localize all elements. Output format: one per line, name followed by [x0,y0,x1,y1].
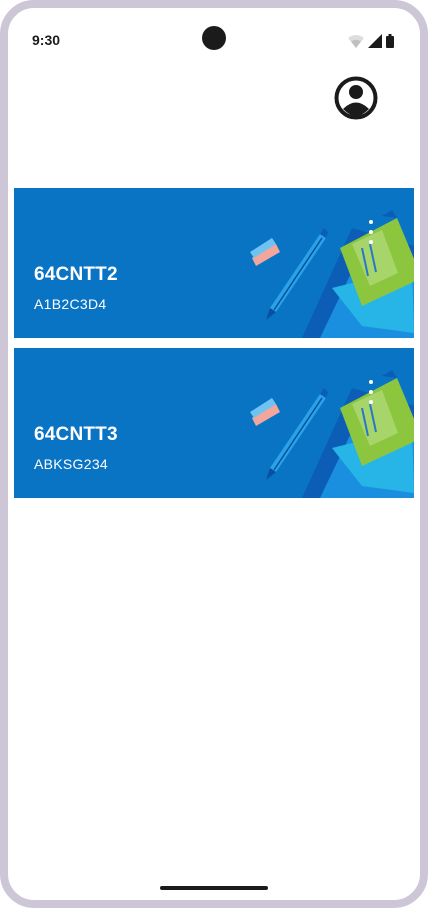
status-bar: 9:30 [8,8,420,60]
profile-button[interactable] [334,76,378,120]
class-name: 64CNTT2 [34,264,118,285]
status-time: 9:30 [32,32,61,48]
menu-dot [369,220,373,224]
status-icons [348,34,394,48]
wifi-icon [348,35,364,48]
class-code: A1B2C3D4 [34,296,107,312]
menu-dot [369,380,373,384]
class-name: 64CNTT3 [34,424,118,445]
class-code: ABKSG234 [34,456,108,472]
battery-icon [386,34,394,48]
menu-dot [369,400,373,404]
camera-cutout [202,26,226,50]
account-circle-icon [334,76,378,120]
phone-frame: 9:30 64CNTT2 A1B2C3D4 64CNTT3 ABKSG234 [0,0,428,908]
class-card[interactable]: 64CNTT2 A1B2C3D4 [14,188,414,338]
cellular-signal-icon [368,34,382,48]
menu-dot [369,240,373,244]
more-vert-icon[interactable] [363,378,379,406]
notebook-pencil-illustration [250,370,414,498]
menu-dot [369,230,373,234]
notebook-pencil-illustration [250,210,414,338]
menu-dot [369,390,373,394]
more-vert-icon[interactable] [363,218,379,246]
home-indicator[interactable] [160,886,268,890]
class-card[interactable]: 64CNTT3 ABKSG234 [14,348,414,498]
